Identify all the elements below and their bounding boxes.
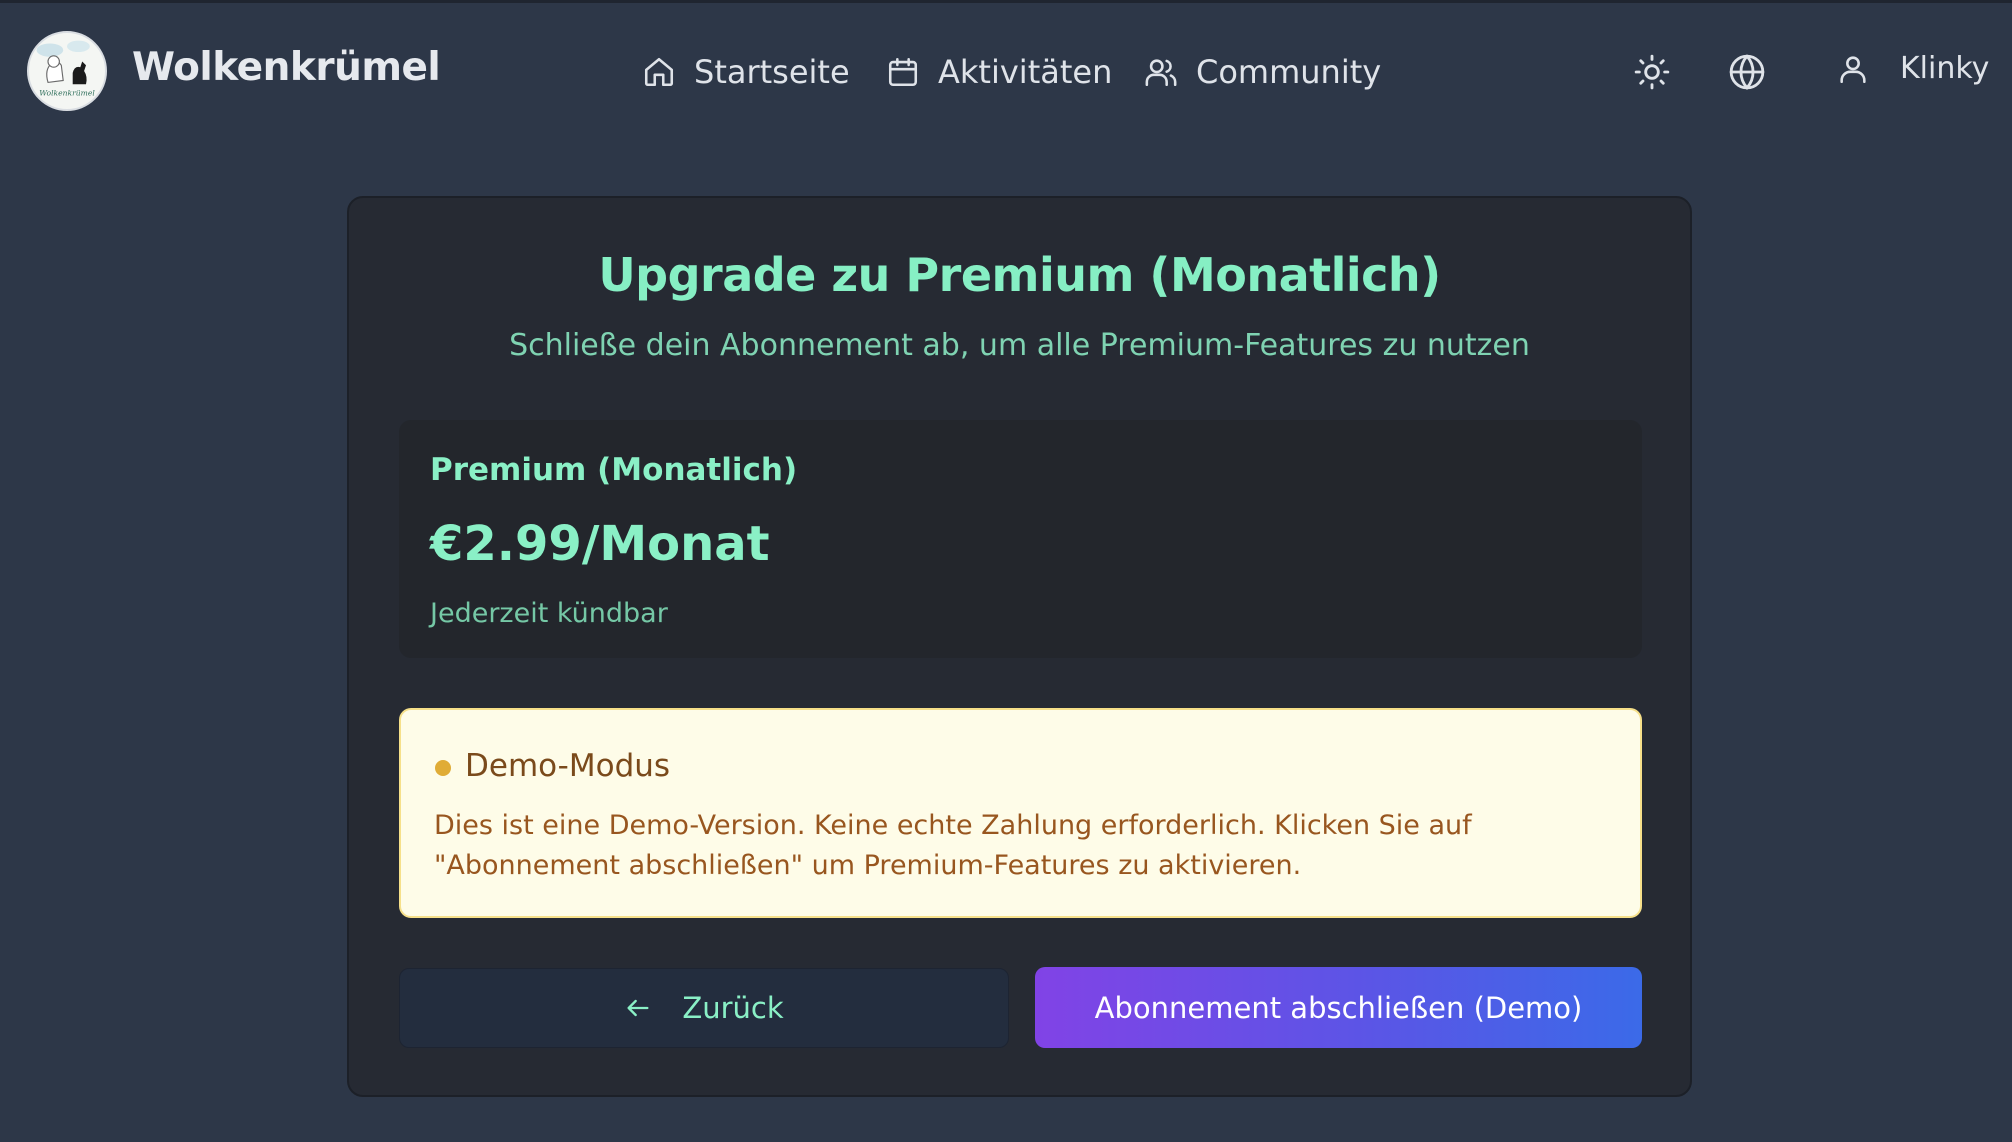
nav-aktivitaeten-label: Aktivitäten <box>938 53 1113 91</box>
language-button[interactable] <box>1728 53 1766 91</box>
plan-price: €2.99/Monat <box>430 516 770 572</box>
user-menu[interactable]: Klinky <box>1836 51 1989 86</box>
brand-name[interactable]: Wolkenkrümel <box>132 45 441 90</box>
nav-community[interactable]: Community <box>1144 49 1381 95</box>
nav-aktivitaeten[interactable]: Aktivitäten <box>886 49 1112 95</box>
nav-startseite-label: Startseite <box>694 53 850 91</box>
globe-icon <box>1729 54 1765 90</box>
users-icon <box>1145 59 1177 87</box>
page-title: Upgrade zu Premium (Monatlich) <box>598 248 1441 302</box>
nav-community-label: Community <box>1196 53 1382 91</box>
calendar-icon <box>888 57 918 87</box>
home-icon <box>644 57 674 87</box>
svg-text:Wolkenkrümel: Wolkenkrümel <box>39 89 95 98</box>
logo[interactable]: Wolkenkrümel <box>27 31 107 111</box>
user-icon <box>1840 55 1866 83</box>
upgrade-card: Upgrade zu Premium (Monatlich) Schließe … <box>347 196 1692 1097</box>
logo-image: Wolkenkrümel <box>36 40 95 98</box>
nav-startseite[interactable]: Startseite <box>642 49 850 95</box>
subscribe-button-label: Abonnement abschließen (Demo) <box>1094 990 1583 1025</box>
demo-notice: Demo-Modus Dies ist eine Demo-Version. K… <box>399 708 1642 918</box>
back-button[interactable]: Zurück <box>399 968 1009 1048</box>
theme-toggle-button[interactable] <box>1633 53 1671 91</box>
back-button-label: Zurück <box>682 991 784 1025</box>
arrow-left-icon <box>627 999 649 1017</box>
top-navigation-bar: Wolkenkrümel Wolkenkrümel Startseite Akt… <box>0 0 2012 138</box>
status-dot-icon <box>435 760 451 776</box>
page-subtitle: Schließe dein Abonnement ab, um alle Pre… <box>509 328 1530 363</box>
plan-note: Jederzeit kündbar <box>430 598 668 629</box>
user-name: Klinky <box>1900 51 1990 86</box>
plan-summary: Premium (Monatlich) €2.99/Monat Jederzei… <box>399 420 1642 658</box>
subscribe-button[interactable]: Abonnement abschließen (Demo) <box>1035 967 1642 1048</box>
demo-text: Dies ist eine Demo-Version. Keine echte … <box>434 810 1472 881</box>
sun-icon <box>1634 54 1670 90</box>
plan-name: Premium (Monatlich) <box>430 452 798 488</box>
demo-title: Demo-Modus <box>465 748 671 784</box>
